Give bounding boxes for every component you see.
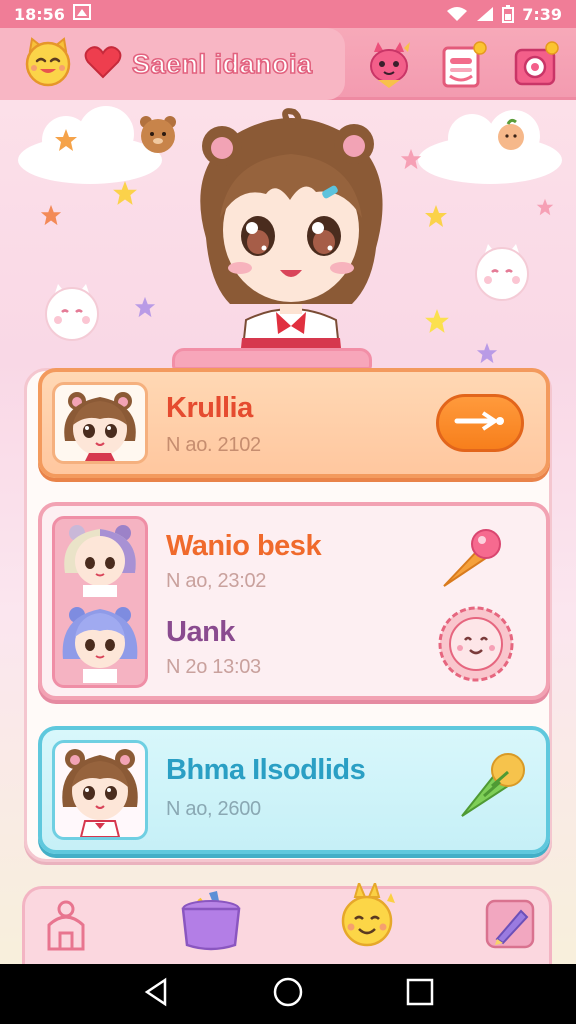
cookie-button[interactable] bbox=[434, 604, 518, 688]
system-navigation-bar bbox=[0, 964, 576, 1024]
ghost-cat-icon bbox=[475, 244, 529, 301]
header-brand: Saenl idanoia bbox=[0, 28, 345, 100]
star-icon bbox=[40, 204, 62, 226]
twin-avatars-icon bbox=[62, 525, 138, 683]
inbox-icon bbox=[438, 41, 488, 94]
battery-icon bbox=[502, 5, 515, 23]
nav-home[interactable] bbox=[43, 899, 89, 955]
character-card-bhma[interactable]: Bhma Ilsodlids N ao, 2600 bbox=[38, 726, 550, 854]
mascot-bunny-icon bbox=[335, 880, 397, 953]
shop-bag-icon bbox=[179, 891, 243, 957]
character-name: Wanio besk bbox=[166, 530, 322, 562]
character-meta: N ao. 2102 bbox=[166, 434, 261, 456]
recents-icon bbox=[406, 978, 434, 1010]
character-meta: N ao, 2600 bbox=[166, 798, 261, 820]
bottom-navigation bbox=[22, 880, 552, 964]
ghost-cat-icon bbox=[45, 284, 99, 341]
hero-illustration bbox=[0, 100, 576, 370]
character-illustration bbox=[200, 108, 383, 359]
star-icon bbox=[425, 205, 447, 227]
smiley-cookie-icon bbox=[434, 606, 518, 688]
home-circle-icon bbox=[272, 976, 304, 1012]
open-chat-button[interactable] bbox=[436, 394, 524, 452]
system-recents-button[interactable] bbox=[398, 972, 442, 1016]
drink-icon bbox=[456, 753, 526, 826]
system-home-button[interactable] bbox=[266, 972, 310, 1016]
cat-face-icon[interactable] bbox=[22, 37, 74, 91]
home-icon bbox=[43, 900, 89, 955]
notification-icon bbox=[72, 4, 91, 24]
character-name: Bhma Ilsodlids bbox=[166, 754, 366, 786]
bear-ear-girl-avatar-icon bbox=[62, 749, 138, 837]
status-time-left: 18:56 bbox=[14, 4, 65, 24]
character-card-group[interactable]: Wanio besk N ao, 23:02 Uank N 2o 13:03 bbox=[38, 502, 550, 700]
star-icon bbox=[476, 342, 498, 364]
nav-shop[interactable] bbox=[179, 889, 243, 957]
drink-button[interactable] bbox=[456, 746, 526, 826]
star-icon bbox=[134, 296, 156, 318]
app-title: Saenl idanoia bbox=[131, 48, 313, 80]
edit-pen-icon bbox=[485, 899, 535, 953]
back-icon bbox=[143, 977, 169, 1011]
camera-icon bbox=[512, 41, 562, 94]
heart-icon bbox=[84, 45, 122, 83]
chat-arrow-icon bbox=[453, 409, 507, 437]
inbox-button[interactable] bbox=[438, 40, 488, 90]
status-time-right: 7:39 bbox=[522, 4, 562, 24]
mascot-button[interactable] bbox=[364, 40, 414, 90]
character-meta: N ao, 23:02 bbox=[166, 570, 267, 592]
signal-icon bbox=[476, 6, 494, 22]
ice-cream-icon bbox=[438, 529, 506, 596]
avatar bbox=[52, 740, 148, 840]
character-card-krullia[interactable]: Krullia N ao. 2102 bbox=[38, 368, 550, 478]
star-icon bbox=[425, 309, 449, 333]
nav-mascot[interactable] bbox=[335, 880, 397, 953]
ice-cream-button[interactable] bbox=[438, 524, 506, 596]
status-bar: 18:56 7:39 bbox=[0, 0, 576, 28]
brown-hair-girl-avatar-icon bbox=[64, 392, 136, 461]
character-meta: N 2o 13:03 bbox=[166, 656, 261, 678]
star-icon bbox=[55, 129, 77, 151]
system-back-button[interactable] bbox=[134, 972, 178, 1016]
app-header: Saenl idanoia bbox=[0, 28, 576, 100]
peach-sticker-icon bbox=[498, 118, 524, 150]
wifi-icon bbox=[446, 6, 468, 22]
star-icon bbox=[536, 198, 554, 216]
character-name: Uank bbox=[166, 616, 235, 648]
avatar bbox=[52, 516, 148, 688]
panel-tab bbox=[172, 348, 372, 370]
nav-edit[interactable] bbox=[485, 899, 535, 953]
character-name: Krullia bbox=[166, 392, 253, 424]
mascot-icon bbox=[364, 42, 414, 94]
bear-sticker-icon bbox=[140, 116, 176, 153]
star-icon bbox=[113, 181, 137, 205]
cloud-icon bbox=[418, 110, 562, 184]
avatar bbox=[52, 382, 148, 464]
camera-button[interactable] bbox=[512, 40, 562, 90]
